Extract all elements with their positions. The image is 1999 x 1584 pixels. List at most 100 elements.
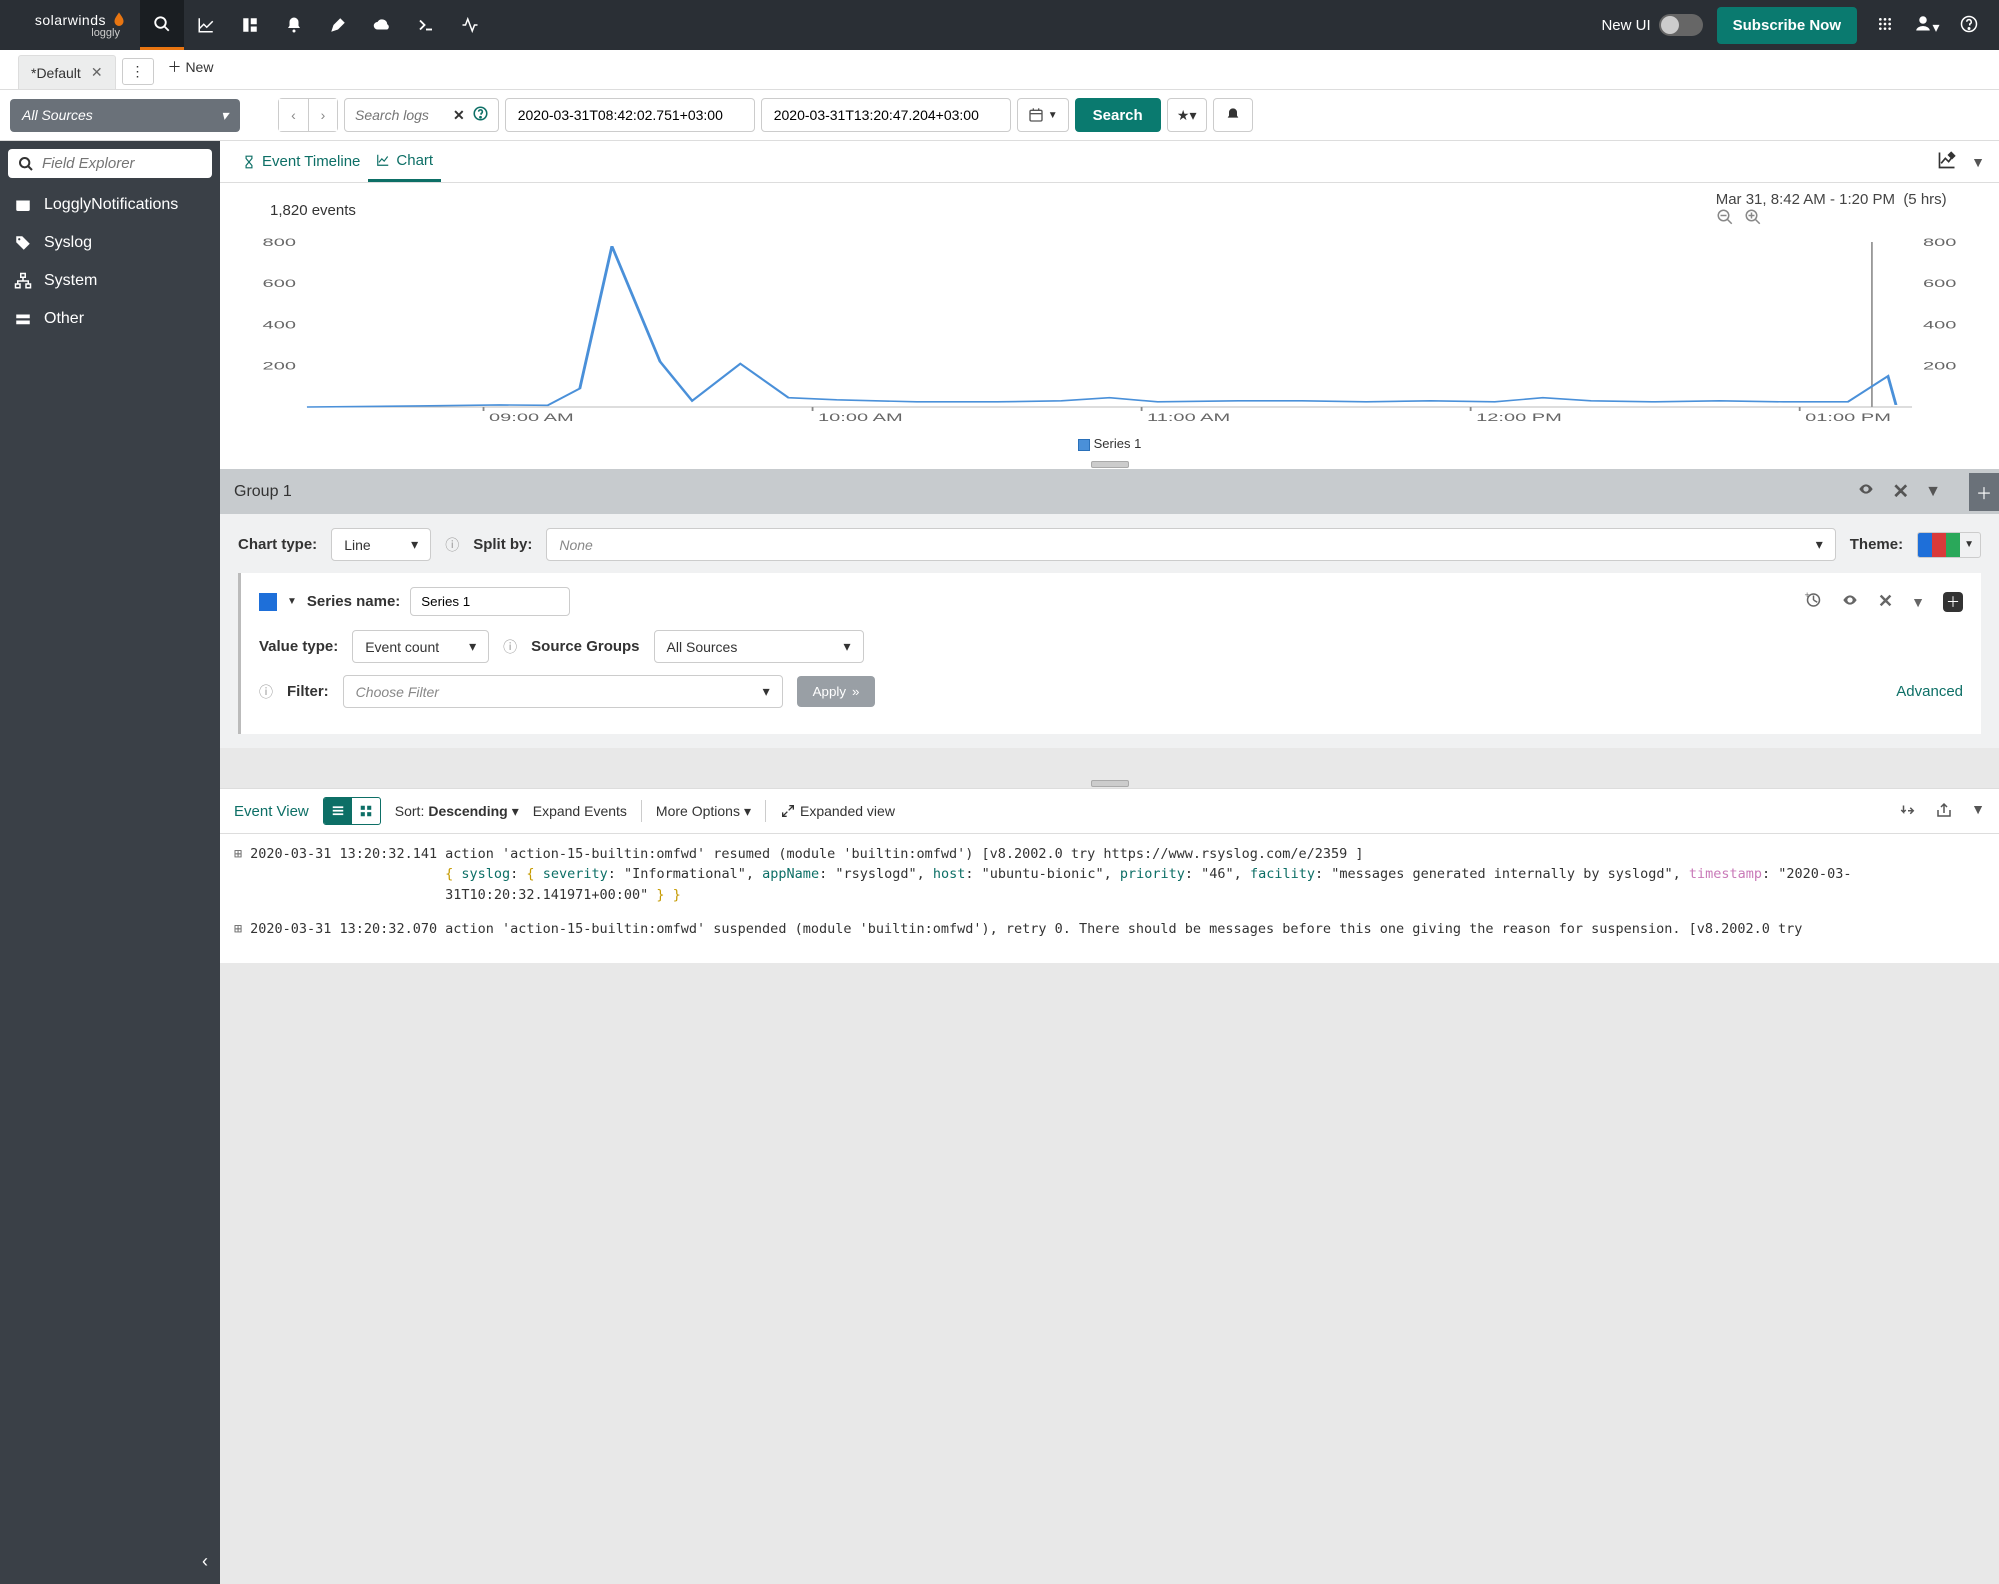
add-to-dashboard-icon[interactable]: + bbox=[1802, 591, 1822, 612]
search-row: All Sources▾ ‹ › ✕ ▼ Search ★▾ bbox=[0, 90, 1999, 141]
tab-menu-button[interactable]: ⋮ bbox=[122, 58, 154, 85]
search-input-wrap: ✕ bbox=[344, 98, 499, 132]
search-button[interactable]: Search bbox=[1075, 98, 1161, 132]
tab-new-button[interactable]: ＋ New bbox=[158, 49, 224, 85]
sidebar-item-syslog[interactable]: Syslog bbox=[0, 224, 220, 262]
nav-bell-icon[interactable] bbox=[272, 0, 316, 50]
sidebar-item-label: Other bbox=[44, 310, 84, 328]
source-groups-select[interactable]: All Sources▾ bbox=[654, 630, 864, 663]
value-type-select[interactable]: Event count▾ bbox=[352, 630, 489, 663]
nav-pen-icon[interactable] bbox=[316, 0, 360, 50]
nav-dashboard-icon[interactable] bbox=[228, 0, 272, 50]
chart-menu-icon[interactable]: ▼ bbox=[1971, 154, 1985, 170]
search-input[interactable] bbox=[355, 107, 445, 123]
add-group-button[interactable]: ＋ bbox=[1969, 473, 1999, 511]
tab-default[interactable]: *Default ✕ bbox=[18, 55, 116, 89]
tab-event-timeline[interactable]: Event Timeline bbox=[234, 143, 368, 180]
new-ui-toggle-group: New UI bbox=[1601, 14, 1702, 36]
sidebar-item-logglynotifications[interactable]: LogglyNotifications bbox=[0, 186, 220, 224]
split-by-select[interactable]: None▾ bbox=[546, 528, 1835, 561]
chevron-down-icon[interactable]: ▼ bbox=[1971, 801, 1985, 822]
download-icon[interactable] bbox=[1899, 801, 1917, 822]
new-ui-label: New UI bbox=[1601, 17, 1650, 34]
chart-tabs: Event Timeline Chart ▼ bbox=[220, 141, 1999, 183]
advanced-link[interactable]: Advanced bbox=[1896, 683, 1963, 700]
eye-icon[interactable] bbox=[1856, 481, 1876, 502]
view-toggle bbox=[323, 797, 381, 825]
chevron-down-icon[interactable]: ▼ bbox=[1911, 594, 1925, 610]
tab-chart[interactable]: Chart bbox=[368, 142, 441, 182]
event-body: action 'action-15-builtin:omfwd' suspend… bbox=[445, 919, 1985, 939]
time-from-input[interactable] bbox=[505, 98, 755, 132]
subscribe-button[interactable]: Subscribe Now bbox=[1717, 7, 1857, 44]
theme-select[interactable]: ▼ bbox=[1917, 532, 1981, 558]
resize-handle[interactable] bbox=[1091, 778, 1129, 788]
new-ui-toggle[interactable] bbox=[1659, 14, 1703, 36]
resize-handle[interactable] bbox=[234, 459, 1985, 469]
svg-text:200: 200 bbox=[1923, 360, 1956, 372]
close-icon[interactable]: ✕ bbox=[1878, 591, 1893, 612]
chevron-down-icon: ▾ bbox=[221, 107, 228, 124]
svg-text:400: 400 bbox=[263, 319, 296, 331]
nav-cloud-icon[interactable] bbox=[360, 0, 404, 50]
nav-terminal-icon[interactable] bbox=[404, 0, 448, 50]
field-explorer-input[interactable] bbox=[42, 155, 202, 172]
svg-text:10:00 AM: 10:00 AM bbox=[818, 411, 903, 423]
tab-close-icon[interactable]: ✕ bbox=[91, 64, 103, 81]
chevron-down-icon[interactable]: ▼ bbox=[1925, 483, 1941, 501]
sort-dropdown[interactable]: Sort: Descending ▾ bbox=[395, 803, 519, 820]
nav-chart-icon[interactable] bbox=[184, 0, 228, 50]
info-icon[interactable]: ⓘ bbox=[445, 535, 459, 555]
eye-icon[interactable] bbox=[1840, 592, 1860, 611]
chevron-down-icon: ▾ bbox=[411, 536, 418, 553]
search-help-icon[interactable] bbox=[473, 106, 488, 124]
nav-pulse-icon[interactable] bbox=[448, 0, 492, 50]
chart-edit-icon[interactable] bbox=[1937, 150, 1957, 173]
series-name-input[interactable] bbox=[410, 587, 570, 616]
list-view-button[interactable] bbox=[324, 798, 352, 824]
grid-view-button[interactable] bbox=[352, 798, 380, 824]
add-series-button[interactable]: ＋ bbox=[1943, 592, 1963, 612]
zoom-out-icon[interactable] bbox=[1716, 208, 1734, 230]
svg-text:600: 600 bbox=[263, 278, 296, 290]
share-icon[interactable] bbox=[1935, 801, 1953, 822]
sidebar-item-system[interactable]: System bbox=[0, 262, 220, 300]
nav-next-button[interactable]: › bbox=[308, 98, 338, 132]
alerts-bell-button[interactable] bbox=[1213, 98, 1253, 132]
nav-search-icon[interactable] bbox=[140, 0, 184, 50]
calendar-button[interactable]: ▼ bbox=[1017, 98, 1069, 132]
apply-button[interactable]: Apply » bbox=[797, 676, 876, 707]
chevron-down-icon[interactable]: ▼ bbox=[287, 596, 297, 607]
info-icon[interactable]: ⓘ bbox=[259, 682, 273, 702]
inbox-icon bbox=[14, 196, 32, 214]
filter-select[interactable]: Choose Filter▾ bbox=[343, 675, 783, 708]
event-toolbar: Event View Sort: Descending ▾ Expand Eve… bbox=[220, 788, 1999, 834]
close-icon[interactable]: ✕ bbox=[1892, 479, 1909, 504]
user-menu-icon[interactable]: ▾ bbox=[1913, 14, 1941, 36]
chart-canvas[interactable]: 20020040040060060080080009:00 AM10:00 AM… bbox=[234, 234, 1985, 429]
series-color-swatch[interactable] bbox=[259, 593, 277, 611]
expanded-view-button[interactable]: Expanded view bbox=[780, 803, 895, 819]
more-options-dropdown[interactable]: More Options ▾ bbox=[656, 803, 751, 820]
expand-event-icon[interactable]: ⊞ bbox=[234, 919, 242, 939]
time-to-input[interactable] bbox=[761, 98, 1011, 132]
expand-events-button[interactable]: Expand Events bbox=[533, 803, 627, 819]
nav-prev-button[interactable]: ‹ bbox=[278, 98, 308, 132]
chevron-down-icon: ▾ bbox=[1816, 536, 1823, 553]
time-duration: (5 hrs) bbox=[1903, 191, 1946, 208]
chart-legend: Series 1 bbox=[234, 432, 1985, 459]
expand-event-icon[interactable]: ⊞ bbox=[234, 844, 242, 905]
sidebar-collapse-button[interactable]: ‹ bbox=[0, 1539, 220, 1584]
chart-type-select[interactable]: Line▾ bbox=[331, 528, 431, 561]
clear-search-icon[interactable]: ✕ bbox=[453, 107, 465, 124]
sidebar-item-other[interactable]: Other bbox=[0, 300, 220, 338]
info-icon[interactable]: ⓘ bbox=[503, 637, 517, 657]
favorite-button[interactable]: ★▾ bbox=[1167, 98, 1207, 132]
event-row: ⊞2020-03-31 13:20:32.070action 'action-1… bbox=[234, 919, 1985, 939]
apps-grid-icon[interactable] bbox=[1871, 16, 1899, 35]
help-icon[interactable] bbox=[1955, 15, 1983, 36]
zoom-in-icon[interactable] bbox=[1744, 208, 1762, 230]
chevron-down-icon: ▼ bbox=[1048, 110, 1058, 121]
field-explorer-search bbox=[8, 149, 212, 178]
sources-dropdown[interactable]: All Sources▾ bbox=[10, 99, 240, 132]
